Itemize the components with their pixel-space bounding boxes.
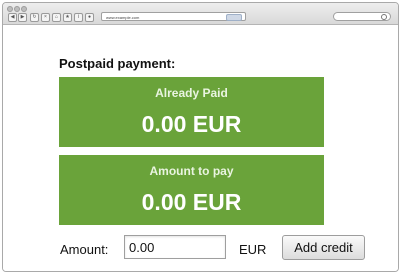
home-icon[interactable]: ⌂ xyxy=(52,13,61,22)
site-icon: ● xyxy=(85,13,94,22)
currency-label: EUR xyxy=(239,242,267,257)
amount-to-pay-value: 0.00 EUR xyxy=(141,189,242,215)
info-icon[interactable]: i xyxy=(74,13,83,22)
search-input[interactable] xyxy=(333,12,391,21)
close-window-icon[interactable] xyxy=(7,6,13,12)
already-paid-panel: Already Paid 0.00 EUR xyxy=(59,77,324,147)
zoom-window-icon[interactable] xyxy=(21,6,27,12)
amount-label: Amount: xyxy=(60,242,109,257)
page-title: Postpaid payment: xyxy=(59,56,176,71)
forward-arrow-icon[interactable]: ▶ xyxy=(18,13,27,22)
address-dropdown-icon[interactable] xyxy=(226,14,242,21)
add-credit-button[interactable]: Add credit xyxy=(282,235,365,260)
search-icon xyxy=(381,14,387,20)
page-content: Postpaid payment: Already Paid 0.00 EUR … xyxy=(3,25,398,271)
amount-to-pay-panel: Amount to pay 0.00 EUR xyxy=(59,155,324,225)
browser-toolbar: ◀ ▶ ↻ × ⌂ ★ i ● www.example.com xyxy=(3,3,398,25)
address-bar[interactable]: www.example.com xyxy=(101,12,246,21)
already-paid-value: 0.00 EUR xyxy=(141,111,242,137)
already-paid-label: Already Paid xyxy=(155,86,228,100)
address-text: www.example.com xyxy=(106,15,140,20)
minimize-window-icon[interactable] xyxy=(14,6,20,12)
back-arrow-icon[interactable]: ◀ xyxy=(8,13,17,22)
bookmark-icon[interactable]: ★ xyxy=(63,13,72,22)
amount-to-pay-label: Amount to pay xyxy=(149,164,234,178)
reload-icon[interactable]: ↻ xyxy=(30,13,39,22)
browser-window: ◀ ▶ ↻ × ⌂ ★ i ● www.example.com Postpaid… xyxy=(2,2,399,272)
amount-input[interactable] xyxy=(124,235,226,259)
stop-icon[interactable]: × xyxy=(41,13,50,22)
